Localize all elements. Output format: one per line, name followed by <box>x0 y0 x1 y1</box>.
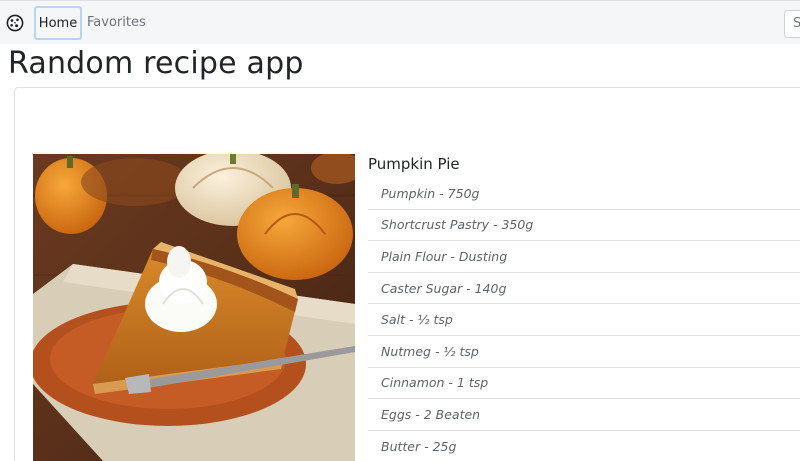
ingredient-item: Plain Flour - Dusting <box>368 241 800 273</box>
page-title: Random recipe app <box>8 46 304 81</box>
search-input[interactable]: Search <box>784 10 800 38</box>
ingredient-item: Pumpkin - 750g <box>368 178 800 210</box>
recipe-image <box>33 154 355 461</box>
recipe-name: Pumpkin Pie <box>368 155 460 173</box>
ingredient-item: Caster Sugar - 140g <box>368 273 800 305</box>
ingredient-item: Salt - ½ tsp <box>368 304 800 336</box>
ingredient-item: Nutmeg - ½ tsp <box>368 336 800 368</box>
ingredient-item: Butter - 25g <box>368 431 800 461</box>
ingredient-item: Eggs - 2 Beaten <box>368 399 800 431</box>
ingredient-item: Shortcrust Pastry - 350g <box>368 210 800 242</box>
ingredient-list: Pumpkin - 750g Shortcrust Pastry - 350g … <box>368 178 800 461</box>
ingredient-item: Cinnamon - 1 tsp <box>368 368 800 400</box>
navbar: Home Favorites Search <box>0 0 800 44</box>
nav-favorites-link[interactable]: Favorites <box>87 15 146 30</box>
nav-home-link[interactable]: Home <box>34 6 82 40</box>
cookie-icon[interactable] <box>6 14 24 32</box>
